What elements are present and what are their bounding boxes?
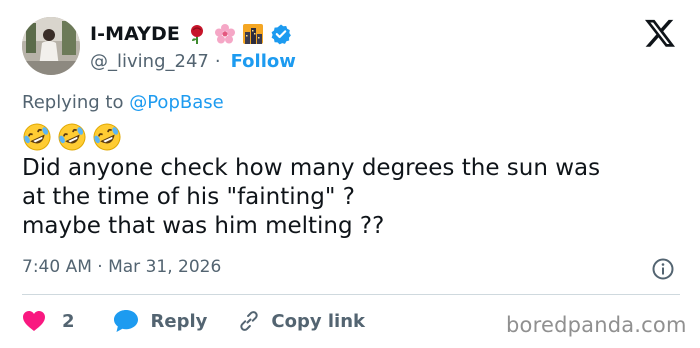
reply-label: Reply [150, 310, 208, 332]
user-name-row: I-MAYDE [90, 20, 292, 48]
replying-to: Replying to @PopBase [22, 92, 224, 113]
rolling-on-floor-laughing-emoji [22, 122, 57, 152]
rolling-on-floor-laughing-emoji [92, 122, 127, 152]
tweet-emoji-line [22, 122, 127, 152]
separator-dot: · [214, 50, 221, 72]
handle-row: @_living_247 · Follow [90, 49, 296, 73]
tweet-timestamp[interactable]: 7:40 AM · Mar 31, 2026 [22, 257, 221, 277]
divider [22, 294, 680, 295]
heart-icon [23, 311, 45, 331]
rose-emoji [186, 23, 208, 45]
rolling-on-floor-laughing-emoji [57, 122, 92, 152]
link-icon [240, 311, 259, 331]
reply-mention-link[interactable]: @PopBase [129, 92, 223, 113]
user-handle[interactable]: @_living_247 [90, 51, 209, 72]
verified-badge-icon[interactable] [270, 23, 292, 45]
x-logo-icon[interactable] [645, 19, 675, 47]
cityscape-emoji [242, 23, 264, 45]
replying-prefix: Replying to [22, 92, 124, 113]
like-button[interactable]: 2 [22, 310, 75, 332]
watermark: boredpanda.com [506, 313, 687, 337]
info-icon[interactable] [651, 257, 675, 281]
avatar[interactable] [22, 17, 80, 75]
cherry-blossom-emoji [214, 23, 236, 45]
tweet-text: Did anyone check how many degrees the su… [22, 155, 601, 239]
tweet-actions: 2 Reply Copy link [22, 307, 365, 335]
copy-link-button[interactable]: Copy link [237, 309, 365, 333]
follow-button[interactable]: Follow [231, 51, 296, 72]
reply-bubble-icon [113, 310, 138, 332]
reply-button[interactable]: Reply [113, 309, 208, 333]
copy-link-label: Copy link [271, 310, 365, 332]
like-count: 2 [62, 310, 75, 332]
display-name[interactable]: I-MAYDE [90, 23, 180, 45]
